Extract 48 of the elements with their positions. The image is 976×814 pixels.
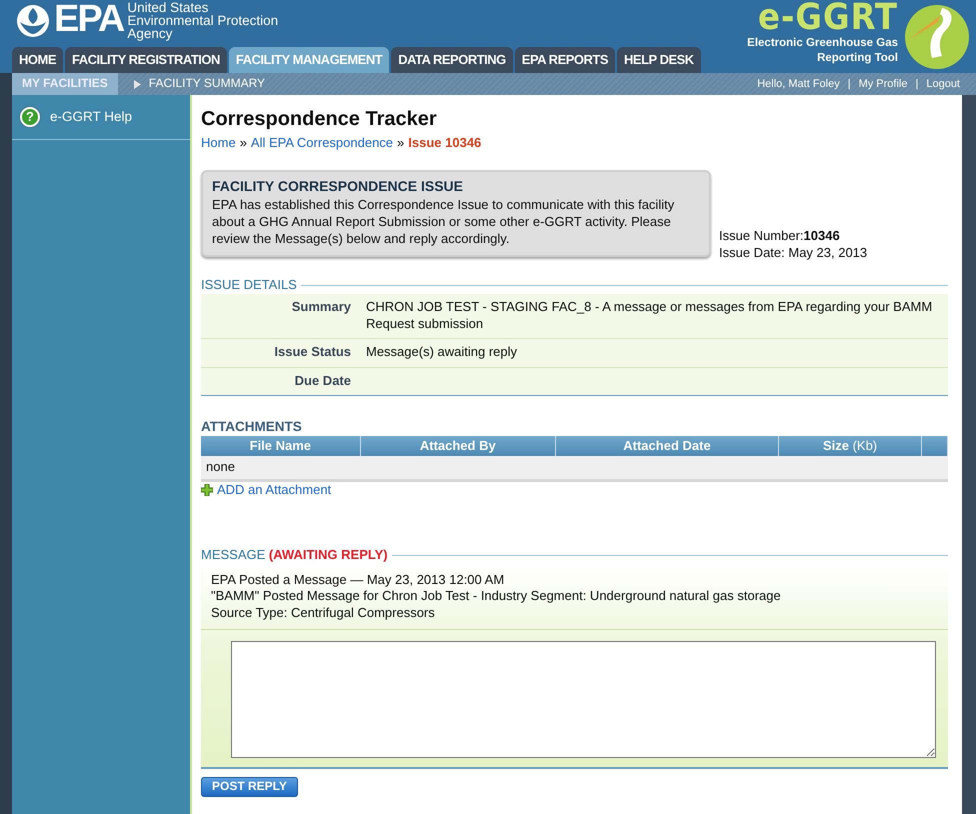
breadcrumb-separator: » <box>240 135 247 152</box>
user-link[interactable]: Logout <box>926 76 960 92</box>
nav-tab[interactable]: FACILITY MANAGEMENT <box>228 47 390 73</box>
field-value: Message(s) awaiting reply <box>366 344 518 361</box>
table-cell: none <box>206 459 235 474</box>
help-icon: ? <box>20 107 40 127</box>
app-logo-text[interactable]: e-GGRT <box>758 0 898 36</box>
subnav-item[interactable]: FACILITY SUMMARY <box>124 73 276 95</box>
column-header: Attached Date <box>555 436 779 456</box>
plus-icon <box>201 484 213 496</box>
nav-tab[interactable]: HOME <box>12 47 63 73</box>
sidebar-link[interactable]: e-GGRT Help <box>50 108 132 126</box>
section-heading: MESSAGE (AWAITING REPLY) <box>201 546 388 564</box>
breadcrumb-link[interactable]: All EPA Correspondence <box>250 135 394 152</box>
nav-tab[interactable]: FACILITY REGISTRATION <box>65 47 227 73</box>
message-text: EPA Posted a Message — May 23, 2013 12:00 AM "BAMM" Posted Message for Chron Job Test - Industry Segment: Underground natural gas storage Source Type: Centrifugal Compressors <box>201 564 948 630</box>
post-reply-button[interactable]: POST REPLY <box>201 777 298 797</box>
section-heading: ATTACHMENTS <box>201 418 303 436</box>
arrow-icon <box>134 80 141 88</box>
breadcrumb-current: Issue 10346 <box>408 135 482 152</box>
nav-tab[interactable]: EPA REPORTS <box>514 47 616 73</box>
notice-text: EPA has established this Correspondence Issue to communicate with this facility about a GHG Annual Report Submission or some other e-GGRT activity. Please review the Message(s) below and reply accordingly. <box>212 197 676 248</box>
add-attachment-link[interactable]: ADD an Attachment <box>201 482 332 499</box>
greeting-text: Hello, Matt Foley <box>757 76 840 92</box>
page-title: Correspondence Tracker <box>201 107 438 131</box>
separator: | <box>915 76 918 92</box>
reply-field[interactable] <box>231 641 936 758</box>
agency-logo-text[interactable]: EPA <box>54 0 124 38</box>
field-label: Issue Status <box>273 344 352 361</box>
agency-name: United States Environmental Protection Agency <box>127 1 278 40</box>
notice-title: FACILITY CORRESPONDENCE ISSUE <box>212 178 464 194</box>
issue-date: Issue Date: May 23, 2013 <box>719 244 868 262</box>
column-header: File Name <box>201 436 360 456</box>
agency-emblem-icon <box>16 4 50 38</box>
breadcrumb-separator: » <box>397 135 404 152</box>
field-value: CHRON JOB TEST - STAGING FAC_8 - A message or messages from EPA regarding your BAMM Request submission <box>366 298 934 332</box>
nav-tab[interactable]: DATA REPORTING <box>391 47 513 73</box>
column-header: Size (Kb) <box>778 436 922 456</box>
column-header: Attached By <box>360 436 556 456</box>
issue-number: Issue Number:10346 <box>719 228 841 245</box>
field-label: Summary <box>290 298 352 316</box>
user-link[interactable]: My Profile <box>858 76 908 92</box>
nav-tab[interactable]: HELP DESK <box>617 47 701 73</box>
app-name: Electronic Greenhouse Gas Reporting Tool <box>747 36 898 66</box>
breadcrumb-link[interactable]: Home <box>201 135 236 152</box>
field-label: Due Date <box>294 372 352 390</box>
separator: | <box>848 76 851 92</box>
section-heading: ISSUE DETAILS <box>201 277 297 294</box>
